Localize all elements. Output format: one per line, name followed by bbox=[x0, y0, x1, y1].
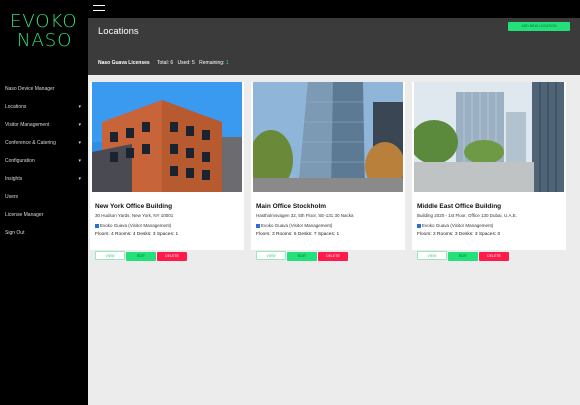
sidebar-item-label: Insights bbox=[5, 176, 23, 182]
building-photo bbox=[253, 82, 403, 192]
sidebar-item-label: Users bbox=[5, 194, 19, 200]
location-card[interactable]: Middle East Office Building Building 202… bbox=[412, 82, 566, 261]
building-photo bbox=[414, 82, 564, 192]
card-actions: VIEW EDIT DELETE bbox=[95, 244, 188, 262]
card-actions: VIEW EDIT DELETE bbox=[256, 244, 349, 262]
location-stats: Floors: 4 Rooms: 4 Desks: 3 Spaces: 1 bbox=[95, 232, 179, 237]
view-button[interactable]: VIEW bbox=[417, 251, 447, 260]
guava-label: Evoko Guava (Visitor Management) bbox=[422, 223, 494, 228]
delete-button[interactable]: DELETE bbox=[479, 252, 509, 261]
checkbox-icon bbox=[417, 223, 421, 228]
location-address: Building 2020 - 1st Floor, Office 130 Du… bbox=[417, 213, 517, 218]
delete-button[interactable]: DELETE bbox=[318, 252, 348, 261]
sidebar-item-users[interactable]: Users bbox=[0, 193, 88, 211]
logo-line2: NASO bbox=[17, 30, 73, 51]
sidebar-item-sign-out[interactable]: Sign Out bbox=[0, 229, 88, 247]
total-value: 6 bbox=[170, 60, 174, 66]
guava-flag: Evoko Guava (Visitor Management) bbox=[256, 223, 332, 228]
location-address: 30 Hudson Yards, New York, NY 10001 bbox=[95, 213, 174, 218]
sidebar-item-locations[interactable]: Locations ▾ bbox=[0, 103, 88, 121]
guava-label: Evoko Guava (Visitor Management) bbox=[100, 223, 172, 228]
card-actions: VIEW EDIT DELETE bbox=[417, 244, 510, 262]
sidebar-item-label: Locations bbox=[5, 104, 27, 110]
location-name: New York Office Building bbox=[95, 203, 173, 210]
used-label: Used: bbox=[177, 60, 191, 66]
chevron-down-icon: ▾ bbox=[78, 140, 81, 146]
remaining-value: 1 bbox=[225, 60, 229, 66]
edit-button[interactable]: EDIT bbox=[126, 252, 156, 261]
sidebar-item-label: Configuration bbox=[5, 158, 35, 164]
sidebar-item-configuration[interactable]: Configuration ▾ bbox=[0, 157, 88, 175]
page-title: Locations bbox=[98, 26, 139, 37]
license-summary: Naso Guava Licenses Total: 6 Used: 5 Rem… bbox=[98, 60, 229, 66]
sidebar-item-insights[interactable]: Insights ▾ bbox=[0, 175, 88, 193]
chevron-down-icon: ▾ bbox=[78, 122, 81, 128]
hamburger-icon[interactable] bbox=[93, 5, 105, 12]
guava-flag: Evoko Guava (Visitor Management) bbox=[417, 223, 493, 228]
view-button[interactable]: VIEW bbox=[256, 251, 286, 260]
location-stats: Floors: 3 Rooms: 6 Desks: 7 Spaces: 1 bbox=[256, 232, 340, 237]
page-header: Locations ADD NEW LOCATION Naso Guava Li… bbox=[88, 18, 580, 75]
sidebar-nav: Naso Device Manager Locations ▾ Visitor M… bbox=[0, 85, 88, 247]
edit-button[interactable]: EDIT bbox=[287, 252, 317, 261]
sidebar-item-label: Sign Out bbox=[5, 230, 25, 236]
add-location-button[interactable]: ADD NEW LOCATION bbox=[508, 22, 570, 31]
edit-button[interactable]: EDIT bbox=[448, 252, 478, 261]
sidebar-item-visitor-management[interactable]: Visitor Management ▾ bbox=[0, 121, 88, 139]
sidebar-item-conference-catering[interactable]: Conference & Catering ▾ bbox=[0, 139, 88, 157]
used-value: 5 bbox=[191, 60, 195, 66]
logo-line1: EVOKO bbox=[10, 11, 78, 32]
location-address: Hastholmsvagen 32, 5th Floor, SE-131 30 … bbox=[256, 213, 354, 218]
location-name: Main Office Stockholm bbox=[256, 203, 327, 210]
checkbox-icon bbox=[256, 223, 260, 228]
delete-button[interactable]: DELETE bbox=[157, 252, 187, 261]
sidebar-item-naso-device-manager[interactable]: Naso Device Manager bbox=[0, 85, 88, 103]
chevron-down-icon: ▾ bbox=[78, 104, 81, 110]
sidebar-item-label: Visitor Management bbox=[5, 122, 50, 128]
chevron-down-icon: ▾ bbox=[78, 176, 81, 182]
total-label: Total: bbox=[157, 60, 169, 66]
guava-flag: Evoko Guava (Visitor Management) bbox=[95, 223, 171, 228]
location-name: Middle East Office Building bbox=[417, 203, 502, 210]
sidebar: EVOKO NASO Naso Device Manager Locations… bbox=[0, 0, 88, 405]
building-photo bbox=[92, 82, 242, 192]
sidebar-item-label: Conference & Catering bbox=[5, 140, 56, 146]
locations-grid: New York Office Building 30 Hudson Yards… bbox=[88, 75, 580, 405]
location-card[interactable]: Main Office Stockholm Hastholmsvagen 32,… bbox=[251, 82, 405, 261]
evoko-naso-logo[interactable]: EVOKO NASO bbox=[10, 12, 78, 50]
sidebar-item-label: Naso Device Manager bbox=[5, 86, 55, 92]
remaining-label: Remaining: bbox=[199, 60, 225, 66]
location-card[interactable]: New York Office Building 30 Hudson Yards… bbox=[90, 82, 244, 261]
sidebar-item-label: License Manager bbox=[5, 212, 44, 218]
license-label: Naso Guava Licenses bbox=[98, 60, 150, 66]
chevron-down-icon: ▾ bbox=[78, 158, 81, 164]
view-button[interactable]: VIEW bbox=[95, 251, 125, 260]
guava-label: Evoko Guava (Visitor Management) bbox=[261, 223, 333, 228]
top-bar bbox=[88, 0, 580, 18]
sidebar-item-license-manager[interactable]: License Manager bbox=[0, 211, 88, 229]
location-stats: Floors: 2 Rooms: 3 Desks: 3 Spaces: 0 bbox=[417, 232, 501, 237]
checkbox-icon bbox=[95, 223, 99, 228]
